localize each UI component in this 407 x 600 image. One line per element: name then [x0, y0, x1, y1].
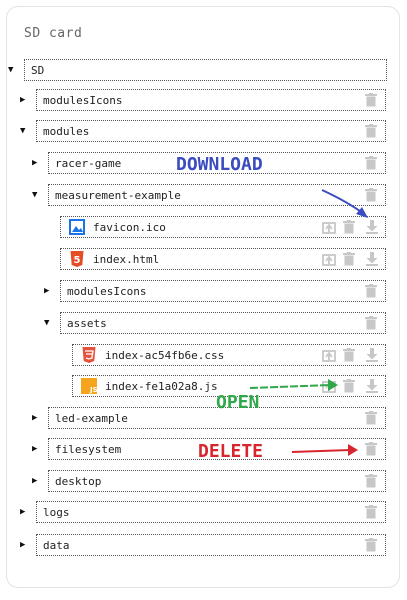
download-arrow-icon — [321, 189, 368, 218]
annotation-arrows — [249, 189, 368, 456]
open-arrow-icon — [249, 379, 338, 391]
delete-arrow-icon — [291, 444, 358, 456]
